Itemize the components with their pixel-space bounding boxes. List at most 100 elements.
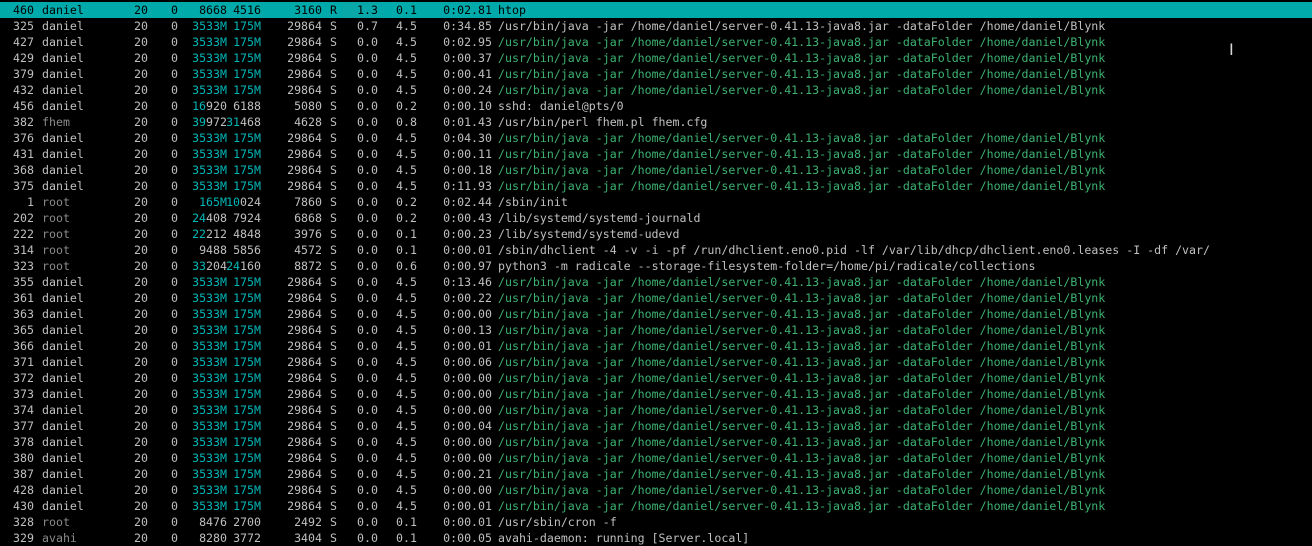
- res-high: 31: [226, 115, 241, 129]
- process-row[interactable]: 429 daniel 20 0 3533M 175M 29864 S 0.0 4.5 0:00.37…: [0, 50, 1312, 66]
- command-args: -4 -v -i -pf /run/dhclient.eno0.pid -lf …: [595, 243, 1210, 257]
- command-args: -jar /home/daniel/server-0.41.13-java8.j…: [588, 51, 1106, 65]
- pid-cell: 460: [13, 3, 34, 17]
- process-row[interactable]: 328 root 20 0 8476 2700 2492 S 0.0 0.1 0:00.01/usr…: [0, 514, 1312, 530]
- process-row[interactable]: 355 daniel 20 0 3533M 175M 29864 S 0.0 4.5 0:13.46…: [0, 274, 1312, 290]
- process-row[interactable]: 380 daniel 20 0 3533M 175M 29864 S 0.0 4.5 0:00.00…: [0, 450, 1312, 466]
- pid-cell: 382: [13, 115, 34, 129]
- user-cell: daniel: [42, 67, 84, 81]
- process-row[interactable]: 373 daniel 20 0 3533M 175M 29864 S 0.0 4.5 0:00.00…: [0, 386, 1312, 402]
- process-row[interactable]: 202 root 20 0 24408 7924 6868 S 0.0 0.2 0:00.43/li…: [0, 210, 1312, 226]
- res-cell: 175M: [219, 146, 261, 162]
- res-cell: 175M: [219, 274, 261, 290]
- command-cell: /sbin/dhclient -4 -v -i -pf /run/dhclien…: [498, 242, 1210, 258]
- process-row[interactable]: 432 daniel 20 0 3533M 175M 29864 S 0.0 4.5 0:00.24…: [0, 82, 1312, 98]
- command-args: -jar /home/daniel/server-0.41.13-java8.j…: [588, 163, 1106, 177]
- shr-low: 7860: [294, 195, 322, 209]
- state-cell: S: [330, 35, 337, 49]
- priority-cell: 20: [134, 499, 148, 513]
- res-high: 175M: [233, 131, 261, 145]
- state-cell: S: [330, 483, 337, 497]
- shr-low: 3160: [294, 3, 322, 17]
- command-args: -jar /home/daniel/server-0.41.13-java8.j…: [588, 307, 1106, 321]
- cpu-cell: 0.0: [357, 83, 378, 97]
- state-cell: S: [330, 291, 337, 305]
- cpu-cell: 0.0: [357, 467, 378, 481]
- process-row[interactable]: 374 daniel 20 0 3533M 175M 29864 S 0.0 4.5 0:00.00…: [0, 402, 1312, 418]
- mem-cell: 4.5: [396, 387, 417, 401]
- process-list: 460 daniel 20 0 8668 4516 3160 R 1.3 0.1 0:02.81 ht…: [0, 2, 1312, 546]
- shr-low: 4572: [294, 243, 322, 257]
- pid-cell: 355: [13, 275, 34, 289]
- cpu-cell: 0.0: [357, 435, 378, 449]
- state-cell: S: [330, 259, 337, 273]
- priority-cell: 20: [134, 435, 148, 449]
- user-cell: daniel: [42, 291, 84, 305]
- process-row[interactable]: 382 fhem 20 0 39972 31468 4628 S 0.0 0.8 0:01.43/u…: [0, 114, 1312, 130]
- command-args: -jar /home/daniel/server-0.41.13-java8.j…: [588, 419, 1106, 433]
- process-row[interactable]: 431 daniel 20 0 3533M 175M 29864 S 0.0 4.5 0:00.11…: [0, 146, 1312, 162]
- shr-low: 29864: [287, 355, 322, 369]
- process-row[interactable]: 387 daniel 20 0 3533M 175M 29864 S 0.0 4.5 0:00.21…: [0, 466, 1312, 482]
- nice-cell: 0: [171, 147, 178, 161]
- time-cell: 0:04.30: [443, 131, 492, 145]
- process-row[interactable]: 329 avahi 20 0 8280 3772 3404 S 0.0 0.1 0:00.05 ava…: [0, 530, 1312, 546]
- shr-low: 29864: [287, 35, 322, 49]
- priority-cell: 20: [134, 467, 148, 481]
- process-row[interactable]: 430 daniel 20 0 3533M 175M 29864 S 0.0 4.5 0:00.01…: [0, 498, 1312, 514]
- priority-cell: 20: [134, 51, 148, 65]
- process-row[interactable]: 379 daniel 20 0 3533M 175M 29864 S 0.0 4.5 0:00.41…: [0, 66, 1312, 82]
- res-cell: 175M: [219, 290, 261, 306]
- process-row[interactable]: 376 daniel 20 0 3533M 175M 29864 S 0.0 4.5 0:04.30…: [0, 130, 1312, 146]
- shr-low: 6868: [294, 211, 322, 225]
- process-row[interactable]: 372 daniel 20 0 3533M 175M 29864 S 0.0 4.5 0:00.00…: [0, 370, 1312, 386]
- process-row[interactable]: 323 root 20 0 33204 24160 8872 S 0.0 0.6 0:00.97 py…: [0, 258, 1312, 274]
- process-row[interactable]: 222 root 20 0 22212 4848 3976 S 0.0 0.1 0:00.23/li…: [0, 226, 1312, 242]
- process-row-selected[interactable]: 460 daniel 20 0 8668 4516 3160 R 1.3 0.1 0:02.81 ht…: [0, 2, 1312, 18]
- command-args: -jar /home/daniel/server-0.41.13-java8.j…: [588, 403, 1106, 417]
- process-row[interactable]: 377 daniel 20 0 3533M 175M 29864 S 0.0 4.5 0:00.04…: [0, 418, 1312, 434]
- process-row[interactable]: 368 daniel 20 0 3533M 175M 29864 S 0.0 4.5 0:00.18…: [0, 162, 1312, 178]
- command-cell: /usr/bin/java -jar /home/daniel/server-0…: [498, 418, 1105, 434]
- process-row[interactable]: 371 daniel 20 0 3533M 175M 29864 S 0.0 4.5 0:00.06…: [0, 354, 1312, 370]
- command-program: /usr/bin/java: [498, 19, 589, 33]
- process-row[interactable]: 363 daniel 20 0 3533M 175M 29864 S 0.0 4.5 0:00.00…: [0, 306, 1312, 322]
- res-cell: 31468: [219, 114, 261, 130]
- process-row[interactable]: 428 daniel 20 0 3533M 175M 29864 S 0.0 4.5 0:00.00…: [0, 482, 1312, 498]
- user-cell: daniel: [42, 35, 84, 49]
- shr-low: 29864: [287, 435, 322, 449]
- res-cell: 175M: [219, 354, 261, 370]
- cpu-cell: 0.0: [357, 275, 378, 289]
- priority-cell: 20: [134, 403, 148, 417]
- shr-cell: 29864: [280, 498, 322, 514]
- res-high: 175M: [233, 307, 261, 321]
- res-high: 175M: [233, 483, 261, 497]
- process-row[interactable]: 314 root 20 0 9488 5856 4572 S 0.0 0.1 0:00.01/sbi…: [0, 242, 1312, 258]
- process-row[interactable]: 456 daniel 20 0 16920 6188 5080 S 0.0 0.2 0:00.10 s…: [0, 98, 1312, 114]
- pid-cell: 379: [13, 67, 34, 81]
- process-row[interactable]: 378 daniel 20 0 3533M 175M 29864 S 0.0 4.5 0:00.00…: [0, 434, 1312, 450]
- command-program: /usr/bin/java: [498, 83, 589, 97]
- shr-cell: 3404: [280, 530, 322, 546]
- process-row[interactable]: 427 daniel 20 0 3533M 175M 29864 S 0.0 4.5 0:02.95…: [0, 34, 1312, 50]
- shr-low: 29864: [287, 339, 322, 353]
- res-cell: 5856: [219, 242, 261, 258]
- mem-cell: 4.5: [396, 67, 417, 81]
- shr-low: 29864: [287, 323, 322, 337]
- process-row[interactable]: 375 daniel 20 0 3533M 175M 29864 S 0.0 4.5 0:11.93…: [0, 178, 1312, 194]
- cpu-cell: 0.0: [357, 259, 378, 273]
- time-cell: 0:00.24: [443, 83, 492, 97]
- process-row[interactable]: 366 daniel 20 0 3533M 175M 29864 S 0.0 4.5 0:00.01…: [0, 338, 1312, 354]
- shr-cell: 29864: [280, 18, 322, 34]
- mem-cell: 4.5: [396, 51, 417, 65]
- nice-cell: 0: [171, 531, 178, 545]
- process-row[interactable]: 325 daniel 20 0 3533M 175M 29864 S 0.7 4.5 0:34.85…: [0, 18, 1312, 34]
- process-row[interactable]: 365 daniel 20 0 3533M 175M 29864 S 0.0 4.5 0:00.13…: [0, 322, 1312, 338]
- state-cell: S: [330, 435, 337, 449]
- pid-cell: 375: [13, 179, 34, 193]
- priority-cell: 20: [134, 275, 148, 289]
- process-row[interactable]: 361 daniel 20 0 3533M 175M 29864 S 0.0 4.5 0:00.22…: [0, 290, 1312, 306]
- command-program: /usr/bin/java: [498, 323, 589, 337]
- res-high: 175M: [233, 355, 261, 369]
- process-row[interactable]: 1 root 20 0 165M 10024 7860 S 0.0 0.2 0:02.44/sbin…: [0, 194, 1312, 210]
